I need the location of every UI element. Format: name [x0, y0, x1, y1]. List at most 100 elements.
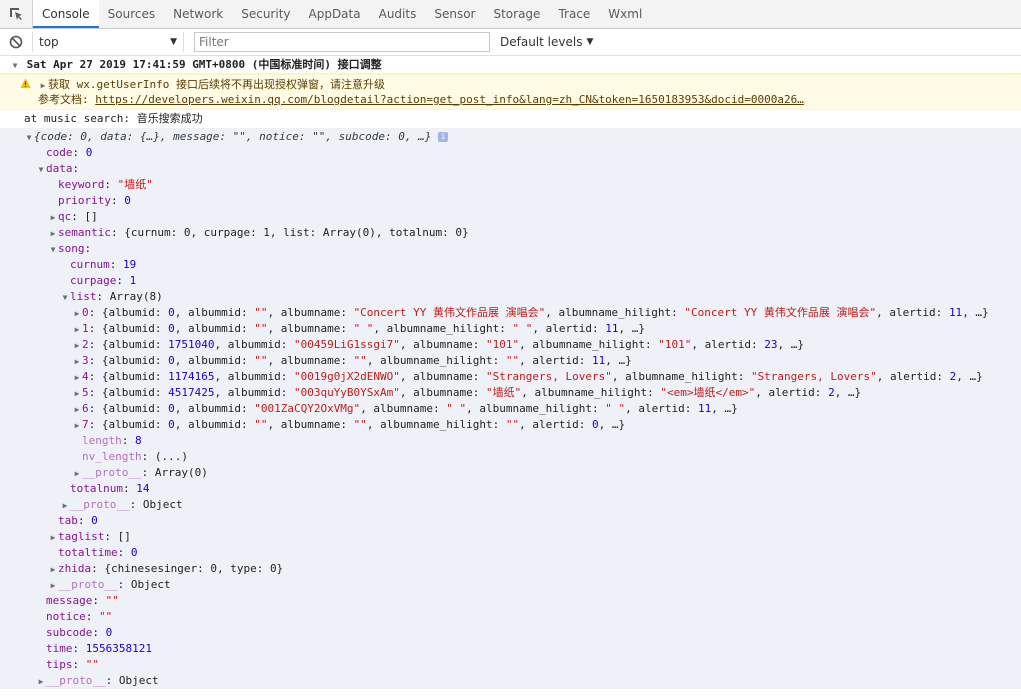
item-value-part: 1751040 [168, 338, 215, 351]
list-item[interactable]: ▶ 2: {albumid: 1751040, albummid: "00459L… [0, 337, 1021, 353]
info-icon[interactable]: i [437, 132, 448, 142]
item-value-part: 1174165 [168, 370, 215, 383]
item-value-part: "" [353, 418, 367, 431]
tree-row-totaltime: totaltime: 0 [0, 545, 1021, 561]
item-value-part: 11 [697, 402, 712, 415]
console-group-header[interactable]: ▼ Sat Apr 27 2019 17:41:59 GMT+0800 (中国标… [0, 56, 1021, 74]
levels-dropdown[interactable]: Default levels ▼ [500, 35, 593, 49]
item-index: 6 [82, 402, 89, 415]
console-output: ▼ Sat Apr 27 2019 17:41:59 GMT+0800 (中国标… [0, 56, 1021, 697]
item-value-part: , albumname_hilight: [519, 338, 659, 351]
property-value: 14 [136, 482, 150, 495]
expand-triangle-icon: ▶ [74, 405, 80, 414]
property-colon: : [88, 322, 102, 335]
tree-row-semantic[interactable]: ▶ semantic: {curnum: 0, curpage: 1, list:… [0, 225, 1021, 241]
expand-triangle-icon: ▶ [50, 533, 56, 542]
property-key: totaltime [58, 546, 118, 559]
tree-row---proto--[interactable]: ▶ __proto__: Array(0) [0, 465, 1021, 481]
property-value: Array(0) [154, 466, 208, 479]
tree-row-list[interactable]: ▼ list: Array(8) [0, 289, 1021, 305]
item-value-part: , albummid: [174, 322, 255, 335]
expand-triangle-icon[interactable]: ▶ [38, 78, 48, 92]
item-value-part: , albumname: [267, 322, 354, 335]
tab-wxml[interactable]: Wxml [599, 0, 651, 28]
property-colon: : [88, 370, 102, 383]
tab-network[interactable]: Network [164, 0, 232, 28]
item-value-part: , albummid: [174, 402, 255, 415]
tree-root-row[interactable]: ▼ {code: 0, data: {…}, message: "", notic… [0, 129, 1021, 145]
tab-audits[interactable]: Audits [370, 0, 426, 28]
collapse-triangle-icon: ▼ [38, 165, 44, 174]
item-value-part: {albumid: [101, 354, 169, 367]
property-colon: : [116, 274, 130, 287]
warning-text: 接口后续将不再出现授权弹窗，请注意升级 [175, 78, 385, 91]
tab-storage[interactable]: Storage [484, 0, 549, 28]
property-colon: : [91, 562, 105, 575]
item-value-part: , albummid: [174, 354, 255, 367]
property-key: __proto__ [58, 578, 118, 591]
filter-input[interactable] [194, 32, 490, 52]
item-value-part: , …} [956, 370, 983, 383]
collapse-triangle-icon: ▼ [26, 133, 32, 142]
item-value-part: , alertid: [755, 386, 829, 399]
tree-row---proto--[interactable]: ▶ __proto__: Object [0, 497, 1021, 513]
list-item[interactable]: ▶ 7: {albumid: 0, albummid: "", albumname… [0, 417, 1021, 433]
tab-sources[interactable]: Sources [99, 0, 164, 28]
expand-triangle-icon: ▼ [12, 61, 18, 70]
tab-trace[interactable]: Trace [549, 0, 599, 28]
tab-security[interactable]: Security [232, 0, 299, 28]
tree-row-qc[interactable]: ▶ qc: [] [0, 209, 1021, 225]
property-colon: : [141, 466, 155, 479]
context-selector[interactable]: top ▼ [32, 32, 184, 52]
tab-sensor[interactable]: Sensor [425, 0, 484, 28]
expand-triangle-icon: ▶ [38, 677, 44, 686]
property-key: message [46, 594, 93, 607]
property-colon: : [96, 290, 110, 303]
tree-row-zhida[interactable]: ▶ zhida: {chinesesinger: 0, type: 0} [0, 561, 1021, 577]
property-value: [] [117, 530, 131, 543]
property-colon: : [141, 450, 155, 463]
list-item[interactable]: ▶ 4: {albumid: 1174165, albummid: "0019g0… [0, 369, 1021, 385]
property-colon: : [117, 578, 131, 591]
tab-console[interactable]: Console [33, 0, 99, 28]
clear-console-icon[interactable] [0, 35, 32, 49]
item-value-part: "" [505, 354, 520, 367]
log-line: at music search: 音乐搜索成功 [0, 110, 1021, 129]
list-item[interactable]: ▶ 0: {albumid: 0, albummid: "", albumname… [0, 305, 1021, 321]
list-item[interactable]: ▶ 5: {albumid: 4517425, albummid: "003quY… [0, 385, 1021, 401]
property-value: Object [130, 578, 171, 591]
doc-link[interactable]: https://developers.weixin.qq.com/blogdet… [95, 93, 804, 106]
group-header-text: Sat Apr 27 2019 17:41:59 GMT+0800 (中国标准时… [26, 58, 382, 71]
tree-row-taglist[interactable]: ▶ taglist: [] [0, 529, 1021, 545]
property-colon: : [72, 146, 86, 159]
tree-row-message: message: "" [0, 593, 1021, 609]
property-value: 1556358121 [85, 642, 152, 655]
property-key: code [46, 146, 73, 159]
property-colon: : [92, 594, 106, 607]
warning-icon [20, 78, 31, 92]
item-value-part: " " [353, 322, 374, 335]
item-value-part: "" [254, 322, 268, 335]
property-key: subcode [46, 626, 93, 639]
property-key: notice [46, 610, 86, 623]
list-item[interactable]: ▶ 6: {albumid: 0, albummid: "001ZaCQY2OxV… [0, 401, 1021, 417]
console-toolbar: top ▼ Default levels ▼ [0, 29, 1021, 56]
item-value-part: "Strangers, Lovers" [750, 370, 877, 383]
list-item[interactable]: ▶ 3: {albumid: 0, albummid: "", albumname… [0, 353, 1021, 369]
property-key: curnum [70, 258, 110, 271]
item-value-part: 11 [605, 322, 619, 335]
tree-row---proto--[interactable]: ▶ __proto__: Object [0, 673, 1021, 689]
tree-row-priority: priority: 0 [0, 193, 1021, 209]
object-summary: {code: 0, data: {…}, message: "", notice… [34, 130, 432, 143]
expand-triangle-icon: ▶ [50, 229, 56, 238]
item-value-part: , alertid: [519, 354, 592, 367]
tab-appdata[interactable]: AppData [300, 0, 370, 28]
tree-row---proto--[interactable]: ▶ __proto__: Object [0, 577, 1021, 593]
expand-triangle-icon: ▶ [50, 565, 56, 574]
property-colon: : [84, 242, 92, 255]
item-value-part: , albummid: [174, 306, 255, 319]
tree-row-data[interactable]: ▼ data: [0, 161, 1021, 177]
tree-row-song[interactable]: ▼ song: [0, 241, 1021, 257]
inspect-element-icon[interactable] [0, 0, 33, 28]
list-item[interactable]: ▶ 1: {albumid: 0, albummid: "", albumname… [0, 321, 1021, 337]
